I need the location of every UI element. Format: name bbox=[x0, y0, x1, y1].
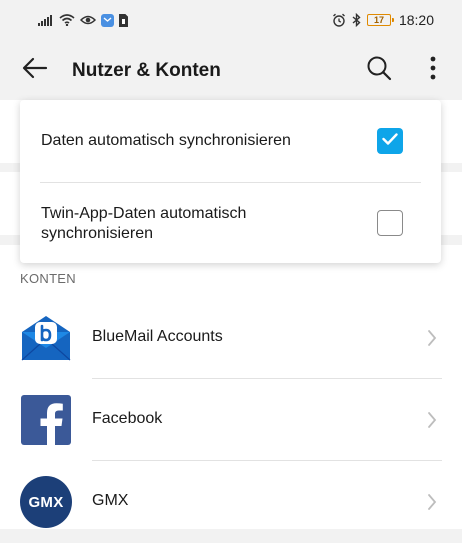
more-vert-icon bbox=[430, 56, 436, 85]
back-arrow-icon bbox=[22, 57, 48, 84]
account-name: BlueMail Accounts bbox=[92, 328, 223, 345]
sync-option-auto-sync[interactable]: Daten automatisch synchronisieren bbox=[20, 100, 441, 182]
sim-icon bbox=[119, 13, 128, 27]
alarm-icon bbox=[332, 13, 346, 27]
chevron-right-icon bbox=[425, 492, 439, 512]
auto-sync-checkbox[interactable] bbox=[377, 128, 403, 154]
accounts-section: KONTEN BlueMail Accounts Facebook GMX GM… bbox=[0, 263, 462, 529]
app-bar: Nutzer & Konten bbox=[0, 40, 462, 100]
chevron-right-icon bbox=[425, 328, 439, 348]
eye-icon bbox=[80, 14, 96, 26]
status-bar-right: 17 18:20 bbox=[332, 12, 434, 28]
facebook-icon bbox=[20, 394, 72, 446]
status-bar-left bbox=[38, 13, 128, 27]
sync-option-label: Twin-App-Daten automatisch synchronisier… bbox=[41, 204, 246, 244]
status-bar: 17 18:20 bbox=[0, 0, 462, 40]
back-button[interactable] bbox=[18, 54, 52, 86]
wifi-icon bbox=[59, 14, 75, 26]
sync-option-label-line1: Twin-App-Daten automatisch bbox=[41, 205, 247, 222]
account-row-gmx[interactable]: GMX GMX bbox=[0, 461, 462, 543]
status-time: 18:20 bbox=[398, 12, 434, 28]
battery-level: 17 bbox=[373, 14, 384, 25]
account-row-bluemail[interactable]: BlueMail Accounts bbox=[0, 297, 462, 379]
sync-option-label: Daten automatisch synchronisieren bbox=[41, 132, 291, 149]
search-icon bbox=[366, 55, 392, 86]
accounts-section-header: KONTEN bbox=[20, 271, 76, 286]
sync-option-label-line2: synchronisieren bbox=[41, 225, 154, 242]
bluemail-icon bbox=[20, 312, 72, 364]
checkmark-icon bbox=[382, 132, 398, 150]
chevron-right-icon bbox=[425, 410, 439, 430]
bluetooth-icon bbox=[352, 13, 361, 27]
gmx-icon: GMX bbox=[20, 476, 72, 528]
more-options-button[interactable] bbox=[420, 53, 446, 87]
search-button[interactable] bbox=[362, 53, 396, 87]
notification-app-icon bbox=[101, 13, 114, 27]
page-title: Nutzer & Konten bbox=[72, 60, 221, 81]
battery-icon: 17 bbox=[366, 14, 394, 26]
account-row-facebook[interactable]: Facebook bbox=[0, 379, 462, 461]
gmx-icon-text: GMX bbox=[28, 493, 64, 511]
signal-icon bbox=[38, 14, 54, 26]
sync-options-popup: Daten automatisch synchronisieren Twin-A… bbox=[20, 100, 441, 263]
account-name: Facebook bbox=[92, 410, 163, 427]
twin-app-sync-checkbox[interactable] bbox=[377, 210, 403, 236]
account-name: GMX bbox=[92, 492, 129, 509]
sync-option-twin-app[interactable]: Twin-App-Daten automatisch synchronisier… bbox=[20, 183, 441, 263]
